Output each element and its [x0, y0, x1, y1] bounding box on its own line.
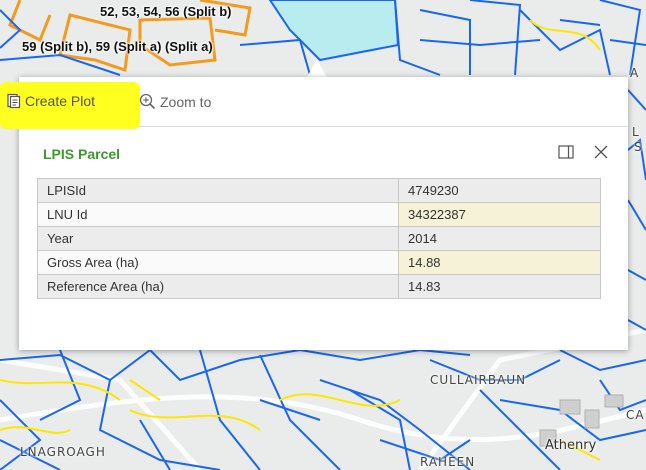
zoom-in-icon	[139, 93, 156, 110]
townland-label-cullairbaun: CULLAIRBAUN	[430, 373, 527, 387]
attribute-key: Gross Area (ha)	[37, 250, 399, 275]
attribute-value: 4749230	[398, 178, 601, 203]
map-label-split-mid: 59 (Split b), 59 (Split a) (Split a)	[22, 39, 213, 54]
create-plot-label: Create Plot	[25, 93, 96, 109]
attributes-table: LPISId 4749230 LNU Id 34322387 Year 2014…	[37, 178, 601, 299]
map-label-edge-a: A	[630, 66, 640, 80]
map-label-edge-s: S	[634, 140, 643, 154]
attribute-key: LNU Id	[37, 202, 399, 227]
zoom-to-button[interactable]: Zoom to	[139, 93, 211, 110]
table-row: Gross Area (ha) 14.88	[37, 250, 601, 275]
attribute-value: 14.88	[398, 250, 601, 275]
attribute-key: LPISId	[37, 178, 399, 203]
attribute-value: 34322387	[398, 202, 601, 227]
map-label-split-top: 52, 53, 54, 56 (Split b)	[100, 4, 232, 19]
lpis-parcel-popup: Create Plot Zoom to LPIS Parcel LPISId 4…	[0, 77, 628, 350]
table-row: Year 2014	[37, 226, 601, 251]
popup-title: LPIS Parcel	[43, 146, 121, 162]
table-row: LNU Id 34322387	[37, 202, 601, 227]
zoom-to-label: Zoom to	[160, 93, 212, 110]
popup-pointer	[307, 60, 327, 77]
townland-label-lnagroagh: LNAGROAGH	[20, 445, 106, 459]
attribute-key: Year	[37, 226, 399, 251]
dock-button[interactable]	[558, 145, 574, 164]
table-row: Reference Area (ha) 14.83	[37, 274, 601, 299]
table-row: LPISId 4749230	[37, 178, 601, 203]
map-label-edge-l: L	[632, 125, 640, 139]
create-plot-button[interactable]: Create Plot	[5, 93, 95, 109]
close-icon	[594, 145, 608, 159]
attribute-value: 2014	[398, 226, 601, 251]
map-label-edge-ca: CA	[626, 408, 645, 422]
attribute-value: 14.83	[398, 274, 601, 299]
dock-panel-icon	[558, 145, 574, 159]
close-button[interactable]	[594, 145, 608, 164]
town-label-athenry: Athenry	[545, 438, 597, 453]
attribute-key: Reference Area (ha)	[37, 274, 399, 299]
create-plot-icon	[7, 93, 21, 109]
townland-label-raheen: RAHEEN	[420, 455, 476, 469]
popup-actions-bar: Create Plot Zoom to	[0, 77, 628, 129]
